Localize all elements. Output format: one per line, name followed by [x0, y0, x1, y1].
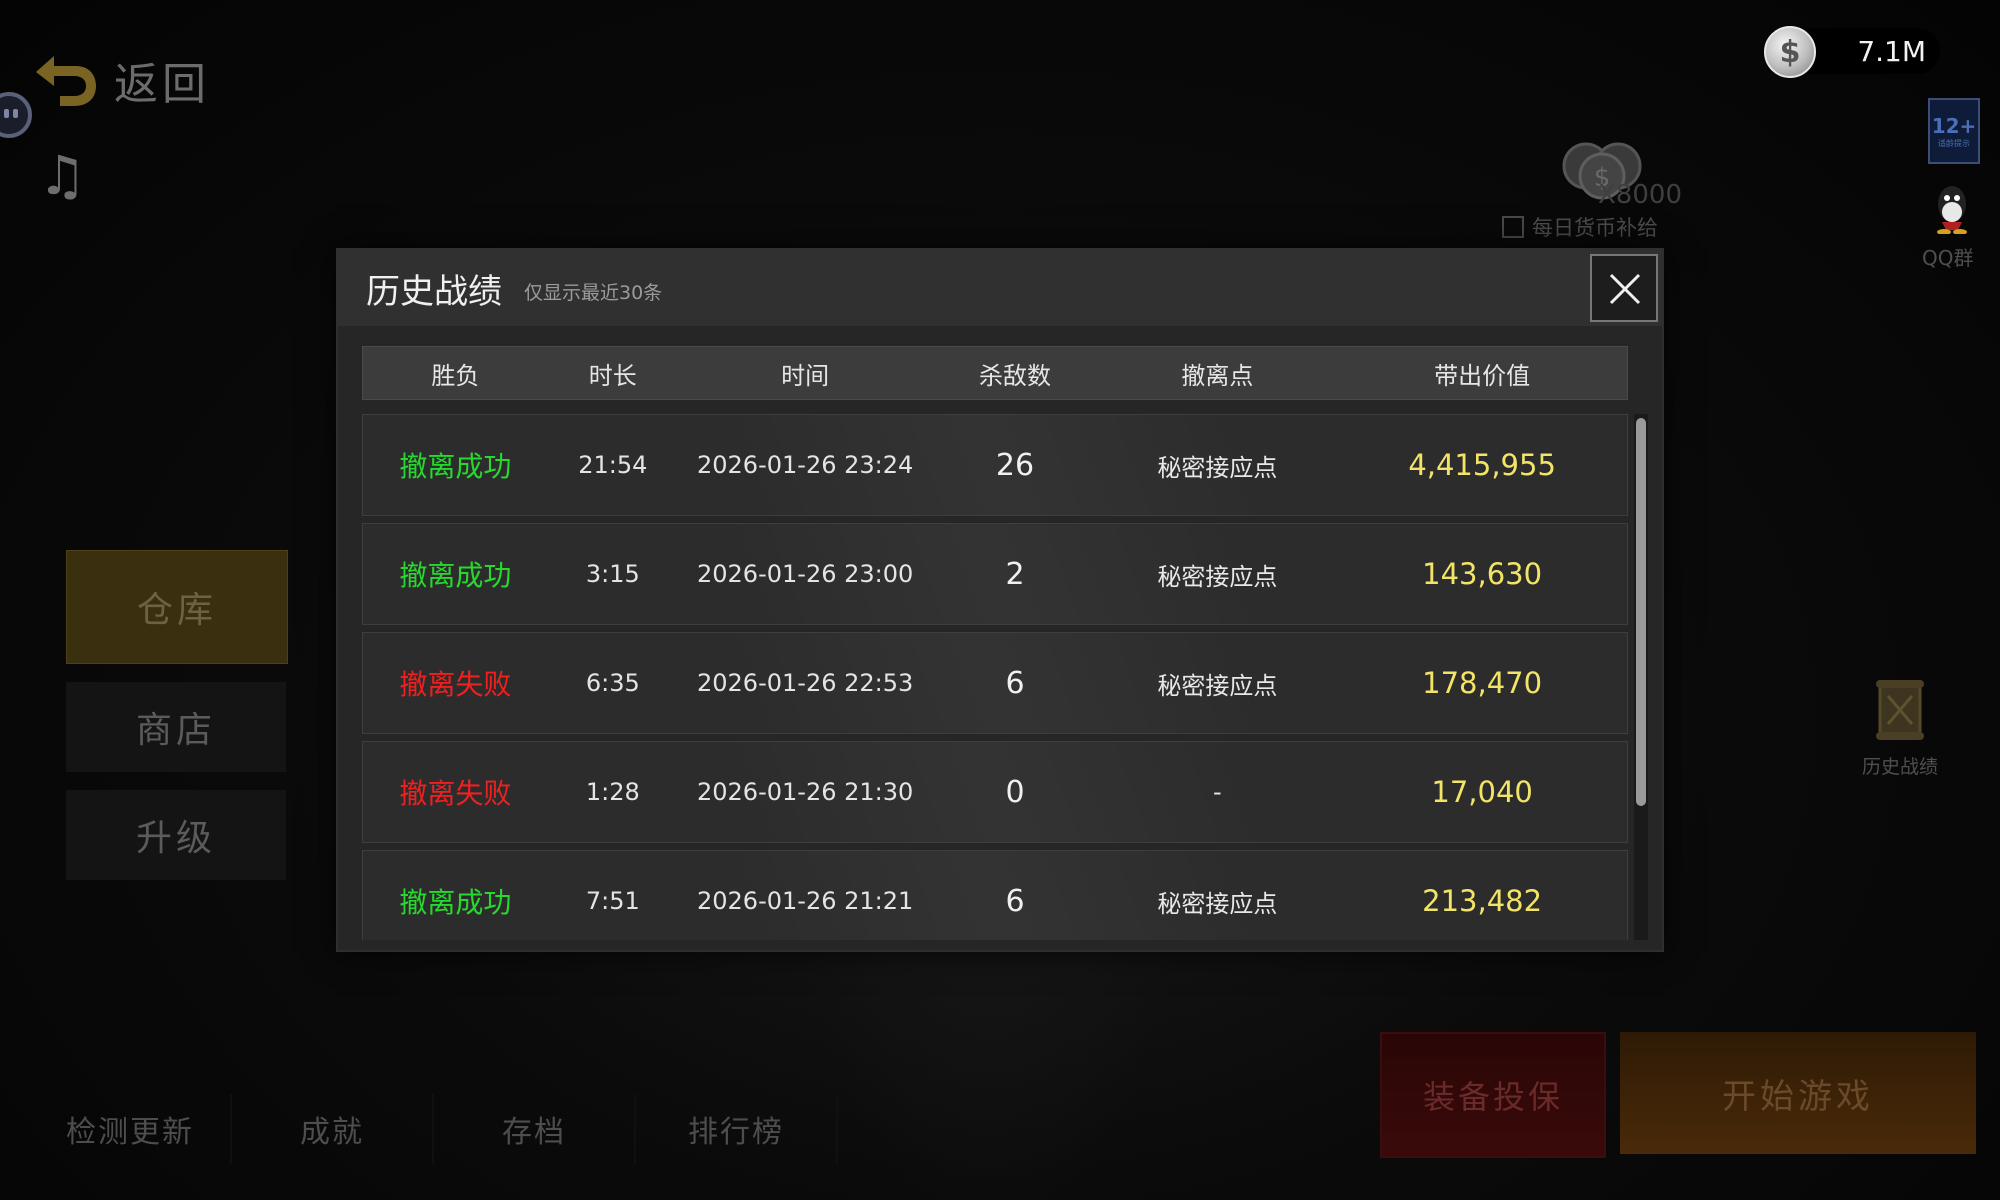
cell-value: 213,482	[1422, 884, 1543, 918]
bottom-item-leaderboard[interactable]: 排行榜	[636, 1094, 838, 1164]
modal-subtitle: 仅显示最近30条	[524, 281, 663, 304]
table-body[interactable]: 撤离成功 21:54 2026-01-26 23:24 26 秘密接应点 4,4…	[362, 414, 1628, 940]
close-button[interactable]	[1590, 254, 1658, 322]
cell-kills: 6	[1005, 665, 1025, 701]
col-kills: 杀敌数	[978, 361, 1051, 390]
table-row[interactable]: 撤离成功 3:15 2026-01-26 23:00 2 秘密接应点 143,6…	[362, 523, 1628, 625]
cell-value: 178,470	[1422, 666, 1543, 700]
cell-exit: 秘密接应点	[1157, 453, 1278, 482]
table-row[interactable]: 撤离失败 6:35 2026-01-26 22:53 6 秘密接应点 178,4…	[362, 632, 1628, 734]
bottom-item-achievements[interactable]: 成就	[232, 1094, 434, 1164]
cell-result: 撤离成功	[399, 450, 512, 483]
side-item-shop[interactable]: 商店	[66, 682, 286, 772]
col-time: 时间	[781, 361, 830, 390]
age-rating-sub: 适龄提示	[1938, 138, 1970, 148]
cell-time: 2026-01-26 21:30	[697, 778, 914, 806]
cell-duration: 21:54	[578, 451, 648, 479]
cell-duration: 3:15	[585, 560, 640, 588]
cell-result: 撤离失败	[399, 777, 512, 810]
cell-result: 撤离成功	[399, 886, 512, 919]
modal-title: 历史战绩	[366, 271, 502, 312]
cell-time: 2026-01-26 23:24	[697, 451, 914, 479]
cell-time: 2026-01-26 22:53	[697, 669, 914, 697]
side-item-upgrade[interactable]: 升级	[66, 790, 286, 880]
game-screen: { "header": { "back_label": "返回", "coin_…	[0, 0, 2000, 1200]
qq-icon[interactable]	[1930, 182, 1974, 234]
qq-label[interactable]: QQ群	[1922, 242, 1973, 271]
music-icon[interactable]: ♫	[38, 148, 88, 204]
daily-supply[interactable]: 每日货币补给	[1502, 212, 1658, 242]
cell-kills: 6	[1005, 883, 1025, 919]
cell-duration: 7:51	[585, 887, 640, 915]
col-result: 胜负	[431, 361, 480, 390]
cell-time: 2026-01-26 21:21	[697, 887, 914, 915]
age-rating: 12+	[1931, 113, 1977, 138]
coin-icon: $	[1764, 26, 1816, 78]
coin-value: 7.1M	[1857, 34, 1926, 68]
col-duration: 时长	[588, 361, 637, 390]
close-icon	[1609, 273, 1641, 305]
film-icon	[1502, 216, 1524, 238]
back-label: 返回	[114, 59, 210, 110]
cell-duration: 6:35	[585, 669, 640, 697]
back-arrow-icon	[36, 56, 96, 106]
daily-amount: X8000	[1598, 180, 1682, 210]
cell-kills: 26	[995, 447, 1035, 483]
cell-exit: -	[1212, 778, 1222, 806]
table-row[interactable]: 撤离成功 7:51 2026-01-26 21:21 6 秘密接应点 213,4…	[362, 850, 1628, 940]
cell-time: 2026-01-26 23:00	[697, 560, 914, 588]
cell-result: 撤离失败	[399, 668, 512, 701]
scroll-icon[interactable]	[1872, 678, 1928, 742]
cell-result: 撤离成功	[399, 559, 512, 592]
scrollbar[interactable]	[1634, 414, 1648, 940]
col-value: 带出价值	[1434, 361, 1531, 390]
cell-value: 17,040	[1431, 775, 1533, 809]
start-game-button[interactable]: 开始游戏	[1620, 1032, 1976, 1154]
col-exit: 撤离点	[1181, 361, 1254, 390]
side-item-warehouse[interactable]: 仓库	[66, 550, 288, 664]
table-row[interactable]: 撤离成功 21:54 2026-01-26 23:24 26 秘密接应点 4,4…	[362, 414, 1628, 516]
cell-exit: 秘密接应点	[1157, 889, 1278, 918]
table-row[interactable]: 撤离失败 1:28 2026-01-26 21:30 0 - 17,040	[362, 741, 1628, 843]
cell-duration: 1:28	[585, 778, 640, 806]
cell-kills: 0	[1005, 774, 1025, 810]
cell-exit: 秘密接应点	[1157, 562, 1278, 591]
cell-exit: 秘密接应点	[1157, 671, 1278, 700]
chat-icon[interactable]	[0, 92, 32, 138]
back-button[interactable]: 返回	[30, 48, 210, 112]
history-side-label[interactable]: 历史战绩	[1862, 752, 1938, 779]
insure-button[interactable]: 装备投保	[1380, 1032, 1606, 1158]
bottom-nav: 检测更新 成就 存档 排行榜	[30, 1094, 838, 1164]
cell-value: 4,415,955	[1408, 448, 1556, 482]
modal-header: 历史战绩 仅显示最近30条	[338, 250, 1662, 326]
age-rating-badge: 12+ 适龄提示	[1928, 98, 1980, 164]
cell-value: 143,630	[1422, 557, 1543, 591]
daily-label: 每日货币补给	[1532, 216, 1658, 240]
scrollbar-thumb[interactable]	[1636, 418, 1646, 806]
bottom-item-save[interactable]: 存档	[434, 1094, 636, 1164]
table-header: 胜负 时长 时间 杀敌数 撤离点 带出价值	[362, 346, 1628, 400]
bottom-item-check-update[interactable]: 检测更新	[30, 1094, 232, 1164]
cell-kills: 2	[1005, 556, 1025, 592]
history-modal: 历史战绩 仅显示最近30条 胜负 时长 时间 杀敌数 撤离点 带出价值 撤离成功…	[336, 248, 1664, 952]
